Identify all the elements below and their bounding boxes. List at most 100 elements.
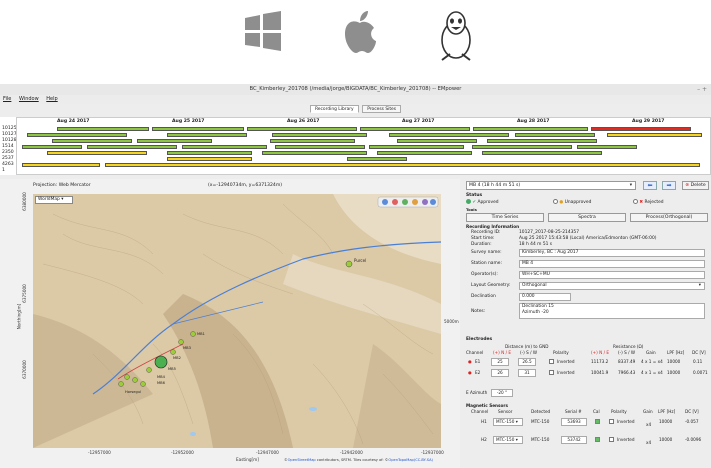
tab-recording-library[interactable]: Recording Library [309,105,359,113]
site-marker-selected[interactable] [154,355,168,369]
site-selector[interactable]: MB 4 (18 h 44 m 51 s) ▾ [466,181,636,190]
zoom-in-icon[interactable] [382,199,388,205]
declination-spinner[interactable]: 0.000 [519,293,571,301]
recording-bar[interactable] [577,145,637,149]
recording-bar[interactable] [472,145,572,149]
reset-view-icon[interactable] [412,199,418,205]
site-marker[interactable] [170,349,176,355]
map-attribution: ©OpenStreetMap contributors, SRTM. Tiles… [284,458,433,462]
linux-icon [441,11,471,61]
recording-bar[interactable] [347,157,407,161]
mag-col: DC [V] [685,409,699,414]
recording-bar[interactable] [515,133,595,137]
operators-input[interactable]: WH+SC+MU [519,271,705,279]
sensor-select[interactable]: MTC-150 ▾ [493,418,523,426]
status-approved[interactable]: ✔ Approved [466,199,499,205]
window-controls[interactable]: – + [697,84,707,95]
notes-textarea[interactable]: Declination 15 Azimuth -20 [519,303,705,319]
recording-bar[interactable] [397,139,477,143]
recording-bar[interactable] [87,145,177,149]
polarity-checkbox[interactable] [549,370,554,375]
recording-bar[interactable] [27,133,127,137]
sensor-select[interactable]: MTC-150 ▾ [493,436,523,444]
pan-icon[interactable] [402,199,408,205]
polarity-label: Inverted [557,370,575,375]
recording-timeline[interactable]: Aug 24 2017 Aug 25 2017 Aug 26 2017 Aug … [16,117,711,175]
site-marker[interactable] [124,374,130,380]
site-marker[interactable] [140,381,146,387]
recording-bar[interactable] [152,127,244,131]
recording-bar[interactable] [369,145,464,149]
recording-bar[interactable] [247,127,357,131]
recording-bar[interactable] [22,145,82,149]
recording-bar[interactable] [275,145,365,149]
station-name-input[interactable]: MB 4 [519,260,705,268]
distance-pos-input[interactable]: 26 [491,369,509,377]
site-marker[interactable] [190,331,196,337]
calibration-check-icon[interactable] [595,437,600,442]
process-button[interactable]: Process(Orthogonal) [630,213,708,222]
survey-name-input[interactable]: Kimberley, BC : Aug 2017 [519,249,705,257]
polarity-checkbox[interactable] [609,419,614,424]
time-series-button[interactable]: Time Series [466,213,544,222]
polarity-checkbox[interactable] [609,437,614,442]
polarity-checkbox[interactable] [549,359,554,364]
map-canvas[interactable]: Purcel MB1 MB3 MB2 MB5 MB4 MB6 Horsegul [33,194,441,448]
basemap-select[interactable]: WorldMap ▾ [35,196,73,204]
recording-bar[interactable] [52,139,132,143]
distance-pos-input[interactable]: 25 [491,358,509,366]
recording-bar[interactable] [105,163,700,167]
recording-bar[interactable] [57,127,149,131]
distance-neg-input[interactable]: 26.5 [518,358,536,366]
recording-bar[interactable] [167,151,252,155]
recording-bar[interactable] [272,133,367,137]
e-azimuth-label: E Azimuth [466,390,488,395]
layout-geometry-select[interactable]: Orthogonal ▾ [519,282,705,290]
zoom-out-icon[interactable] [392,199,398,205]
status-unapproved[interactable]: ● Unapproved [553,199,591,205]
timeline-row-label: 1 [2,168,5,173]
recording-bar[interactable] [487,139,597,143]
settings-icon[interactable] [430,199,436,205]
recording-bar[interactable] [137,139,212,143]
menu-help[interactable]: Help [43,95,60,104]
delete-button[interactable]: ⊗ Delete [682,181,709,190]
calibration-check-icon[interactable] [595,419,600,424]
menu-window[interactable]: Window [16,95,42,104]
site-marker[interactable] [118,381,124,387]
status-rejected[interactable]: ✖ Rejected [633,199,664,205]
mag-col: Sensor [498,409,513,414]
tab-process-sites[interactable]: Process Sites [362,105,402,113]
otm-link[interactable]: OpenTopoMap(CC-BY-SA) [388,458,433,462]
recording-bar[interactable] [389,133,509,137]
serial-input[interactable]: 53693 [561,418,587,426]
layers-icon[interactable] [422,199,428,205]
site-marker[interactable] [345,260,353,268]
recording-bar[interactable] [167,157,252,161]
recording-bar[interactable] [182,145,267,149]
recording-bar[interactable] [360,127,470,131]
recording-bar[interactable] [270,139,355,143]
recording-bar[interactable] [607,133,702,137]
distance-neg-input[interactable]: 31 [518,369,536,377]
e-azimuth-spinner[interactable]: -20 ° [491,389,513,397]
site-marker[interactable] [146,367,152,373]
recording-bar[interactable] [591,127,691,131]
serial-input[interactable]: 53742 [561,436,587,444]
site-marker[interactable] [132,377,138,383]
next-button[interactable]: ➡ [662,181,676,190]
spectra-button[interactable]: Spectra [548,213,626,222]
recording-bar[interactable] [22,163,100,167]
site-marker[interactable] [178,339,184,345]
previous-button[interactable]: ⬅ [643,181,657,190]
recording-bar[interactable] [47,151,147,155]
recording-bar[interactable] [377,151,472,155]
recording-bar[interactable] [262,151,367,155]
menu-file[interactable]: File [0,95,14,104]
topo-map: Purcel MB1 MB3 MB2 MB5 MB4 MB6 Horsegul [33,194,441,448]
recording-bar[interactable] [473,127,588,131]
mag-col: Channel [471,409,489,414]
recording-bar[interactable] [167,133,247,137]
recording-bar[interactable] [482,151,602,155]
osm-link[interactable]: OpenStreetMap [288,458,316,462]
